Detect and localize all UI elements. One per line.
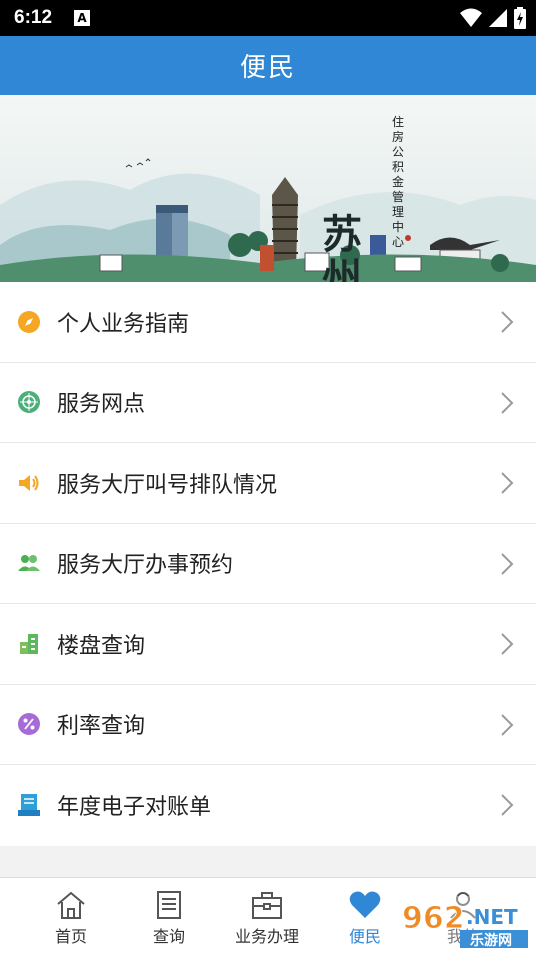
svg-text:.NET: .NET [466, 905, 518, 929]
menu-item-annual-statement[interactable]: 年度电子对账单 [0, 765, 536, 846]
tab-business[interactable]: 业务办理 [218, 878, 316, 954]
banner-calligraphy-char: 州 [322, 255, 362, 283]
chevron-right-icon [501, 633, 514, 655]
menu-item-label: 服务网点 [57, 391, 146, 417]
menu-item-label: 服务大厅叫号排队情况 [57, 471, 278, 497]
menu-item-label: 利率查询 [57, 713, 146, 739]
network-icon [17, 390, 41, 414]
banner-calligraphy-char: 苏 [322, 211, 362, 258]
svg-text:962: 962 [402, 901, 465, 936]
tab-label: 首页 [54, 929, 87, 946]
menu-item-queue-status[interactable]: 服务大厅叫号排队情况 [0, 443, 536, 524]
compass-icon [17, 310, 41, 334]
menu-item-appointment[interactable]: 服务大厅办事预约 [0, 523, 536, 604]
banner-calligraphy: 苏 州 [322, 211, 362, 283]
tab-query[interactable]: 查询 [120, 878, 218, 954]
status-time: 6:12 [14, 7, 53, 28]
chevron-right-icon [501, 311, 514, 333]
heart-icon [349, 891, 381, 918]
wifi-icon [460, 8, 482, 27]
battery-icon [514, 7, 526, 29]
building-icon [17, 632, 41, 656]
menu-item-label: 楼盘查询 [57, 632, 146, 658]
menu-item-property-query[interactable]: 楼盘查询 [0, 604, 536, 685]
bill-icon [17, 793, 41, 817]
cellular-signal-icon [489, 9, 507, 27]
menu-item-personal-guide[interactable]: 个人业务指南 [0, 282, 536, 363]
suzhou-banner: 苏 州 住房公积金管理中心 [0, 95, 536, 282]
notification-icon: A [74, 10, 91, 26]
chevron-right-icon [501, 391, 514, 414]
banner-subtitle: 住房公积金管理中心 [392, 115, 405, 249]
chevron-right-icon [501, 472, 514, 494]
watermark-subtext: 乐游网 [470, 933, 512, 949]
briefcase-icon [252, 892, 282, 919]
status-icons [460, 7, 526, 29]
percent-icon [17, 712, 41, 736]
speaker-icon [17, 471, 41, 495]
tab-home[interactable]: 首页 [22, 878, 120, 954]
convenience-menu: 个人业务指南 服务网点 服务大厅叫号排队情况 服务大厅办事预约 楼盘查询 利率查… [0, 282, 536, 846]
banner-illustration [0, 95, 536, 282]
menu-item-rate-query[interactable]: 利率查询 [0, 684, 536, 765]
document-icon [157, 891, 181, 919]
chevron-right-icon [501, 552, 514, 575]
menu-item-service-outlets[interactable]: 服务网点 [0, 362, 536, 443]
menu-item-label: 年度电子对账单 [57, 794, 212, 820]
chevron-right-icon [501, 713, 514, 736]
tab-label: 便民 [348, 929, 381, 946]
app-header: 便民 [0, 36, 536, 95]
tab-label: 查询 [152, 929, 185, 946]
status-bar: 6:12 A [0, 0, 536, 36]
people-icon [17, 551, 41, 575]
menu-item-label: 个人业务指南 [57, 310, 190, 336]
tab-label: 业务办理 [234, 929, 299, 946]
menu-item-label: 服务大厅办事预约 [57, 552, 234, 578]
chevron-right-icon [501, 794, 514, 816]
home-icon [57, 891, 85, 919]
page-title: 便民 [239, 53, 296, 83]
